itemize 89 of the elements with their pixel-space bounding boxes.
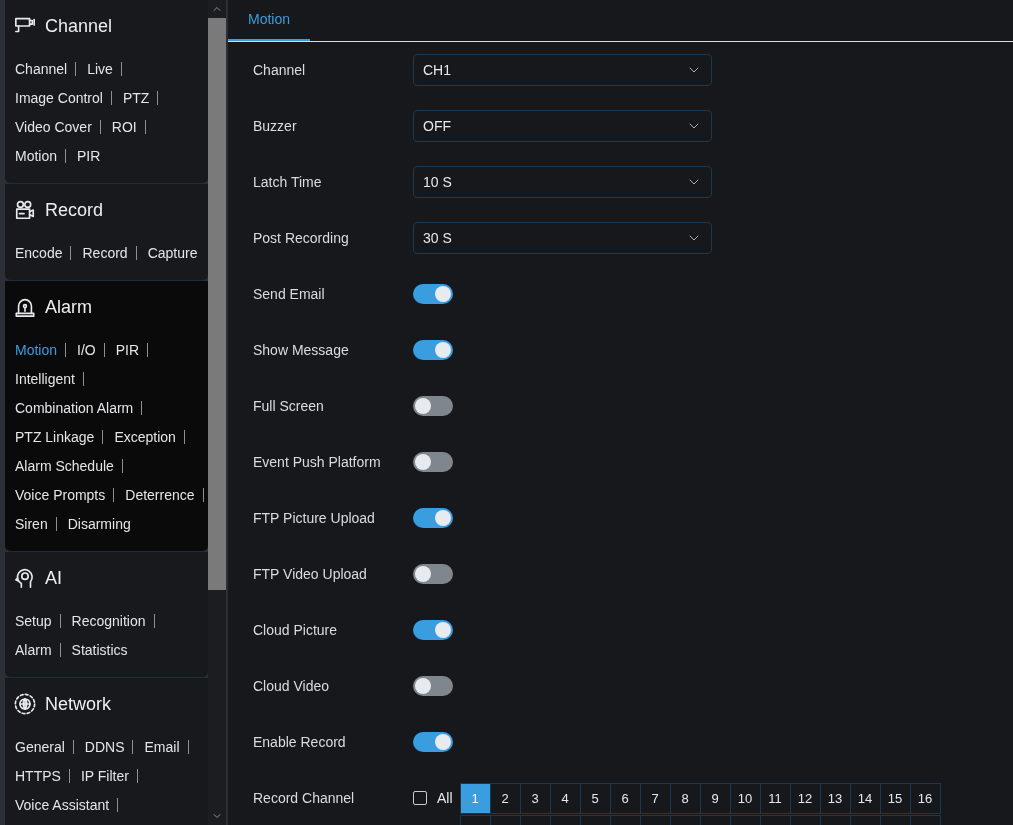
setting-label: Latch Time: [253, 173, 323, 192]
section-title: AI: [45, 567, 62, 590]
section-title: Network: [45, 693, 111, 716]
menu-link[interactable]: Deterrence: [125, 484, 195, 505]
menu-link[interactable]: Siren: [15, 513, 48, 534]
section-title: Channel: [45, 15, 113, 38]
menu-link[interactable]: DDNS: [84, 736, 125, 757]
channel-cell[interactable]: 14: [850, 784, 881, 814]
toggle-switch[interactable]: [413, 620, 453, 640]
setting-label: Record Channel: [253, 789, 356, 808]
dropdown[interactable]: 10 S: [413, 166, 712, 198]
setting-label: FTP Picture Upload: [253, 509, 376, 528]
setting-label: FTP Video Upload: [253, 565, 368, 584]
toggle-switch[interactable]: [413, 564, 453, 584]
section-title: Alarm: [45, 296, 92, 319]
channel-cell[interactable]: 7: [640, 784, 671, 814]
menu-link[interactable]: Setup: [15, 610, 52, 631]
channel-cell[interactable]: 6: [610, 784, 641, 814]
menu-link[interactable]: Voice Assistant: [15, 794, 110, 815]
scrollbar[interactable]: [208, 0, 226, 825]
toggle-switch[interactable]: [413, 508, 453, 528]
channel-cell[interactable]: 13: [820, 784, 851, 814]
menu-link[interactable]: Combination Alarm: [15, 397, 134, 418]
scrollbar-thumb[interactable]: [208, 18, 226, 590]
toggle-switch[interactable]: [413, 340, 453, 360]
menu-link[interactable]: PIR: [77, 145, 101, 166]
menu-link[interactable]: Motion: [15, 145, 58, 166]
menu-link[interactable]: I/O: [77, 339, 96, 360]
menu-link[interactable]: PIR: [115, 339, 140, 360]
setting-label: Show Message: [253, 341, 350, 360]
setting-label: Full Screen: [253, 397, 325, 416]
channel-cell[interactable]: 16: [910, 784, 941, 814]
menu-link[interactable]: Channel: [15, 58, 68, 79]
menu-link[interactable]: Statistics: [71, 639, 128, 660]
setting-label: Enable Record: [253, 733, 347, 752]
channel-cell[interactable]: 8: [670, 784, 701, 814]
toggle-switch[interactable]: [413, 284, 453, 304]
channel-cell[interactable]: 12: [790, 784, 821, 814]
checkbox-label: All: [437, 788, 453, 808]
video-camera-icon: [14, 199, 36, 221]
menu-link[interactable]: IP Filter: [80, 765, 129, 786]
menu-link[interactable]: PTZ: [122, 87, 150, 108]
checkbox[interactable]: [413, 791, 427, 805]
menu-link[interactable]: Recognition: [71, 610, 146, 631]
channel-cell[interactable]: 15: [880, 784, 911, 814]
toggle-switch[interactable]: [413, 732, 453, 752]
menu-link[interactable]: General: [15, 736, 65, 757]
dropdown[interactable]: CH1: [413, 54, 712, 86]
menu-link[interactable]: Capture: [147, 242, 198, 263]
menu-link[interactable]: Alarm Schedule: [15, 455, 114, 476]
setting-label: Event Push Platform: [253, 453, 382, 472]
channel-cell[interactable]: 10: [730, 784, 761, 814]
setting-label: Buzzer: [253, 117, 298, 136]
toggle-switch[interactable]: [413, 452, 453, 472]
menu-link[interactable]: Live: [87, 58, 113, 79]
menu-link[interactable]: Exception: [114, 426, 176, 447]
menu-link[interactable]: PTZ Linkage: [15, 426, 95, 447]
toggle-switch[interactable]: [413, 676, 453, 696]
menu-link[interactable]: Motion: [15, 339, 58, 360]
menu-link[interactable]: Image Control: [15, 87, 103, 108]
setting-label: Cloud Picture: [253, 621, 339, 640]
channel-cell[interactable]: 3: [520, 784, 551, 814]
setting-label: Post Recording: [253, 229, 350, 248]
channel-cell[interactable]: 9: [700, 784, 731, 814]
setting-label: Channel: [253, 61, 307, 80]
menu-link[interactable]: Email: [144, 736, 180, 757]
channel-cell[interactable]: 11: [760, 784, 791, 814]
menu-link[interactable]: Encode: [15, 242, 63, 263]
globe-icon: [14, 693, 36, 715]
siren-icon: [14, 296, 36, 318]
section-title: Record: [45, 199, 104, 222]
channel-cell[interactable]: 4: [550, 784, 581, 814]
head-icon: [14, 567, 36, 589]
menu-link[interactable]: HTTPS: [15, 765, 61, 786]
menu-link[interactable]: ROI: [111, 116, 137, 137]
tab[interactable]: Motion: [228, 0, 311, 41]
menu-link[interactable]: Alarm: [15, 639, 52, 660]
channel-cell[interactable]: 5: [580, 784, 611, 814]
toggle-switch[interactable]: [413, 396, 453, 416]
menu-link[interactable]: Video Cover: [15, 116, 92, 137]
dropdown[interactable]: 30 S: [413, 222, 712, 254]
menu-link[interactable]: Voice Prompts: [15, 484, 106, 505]
dropdown[interactable]: OFF: [413, 110, 712, 142]
menu-link[interactable]: Intelligent: [15, 368, 75, 389]
setting-label: Cloud Video: [253, 677, 331, 696]
channel-cell[interactable]: 2: [490, 784, 521, 814]
menu-link[interactable]: Disarming: [67, 513, 131, 534]
menu-link[interactable]: Record: [82, 242, 128, 263]
setting-label: Send Email: [253, 285, 326, 304]
